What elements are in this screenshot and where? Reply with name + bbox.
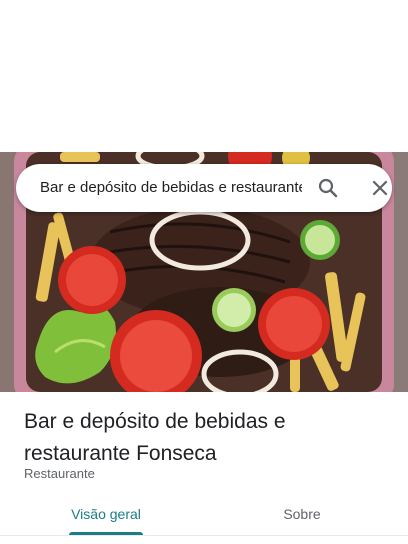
map-blank-area bbox=[0, 0, 408, 152]
search-bar[interactable]: Bar e depósito de bebidas e restaurante … bbox=[16, 164, 392, 212]
close-icon[interactable] bbox=[368, 176, 392, 200]
place-title: Bar e depósito de bebidas e restaurante … bbox=[24, 410, 286, 465]
place-category[interactable]: Restaurante bbox=[24, 465, 95, 483]
place-tabs: Visão geral Sobre bbox=[0, 494, 408, 538]
search-icon[interactable] bbox=[316, 176, 340, 200]
search-input[interactable]: Bar e depósito de bebidas e restaurante … bbox=[40, 164, 302, 212]
tab-overview[interactable]: Visão geral bbox=[44, 494, 168, 534]
tab-about[interactable]: Sobre bbox=[240, 494, 364, 534]
tabs-divider bbox=[0, 535, 408, 536]
